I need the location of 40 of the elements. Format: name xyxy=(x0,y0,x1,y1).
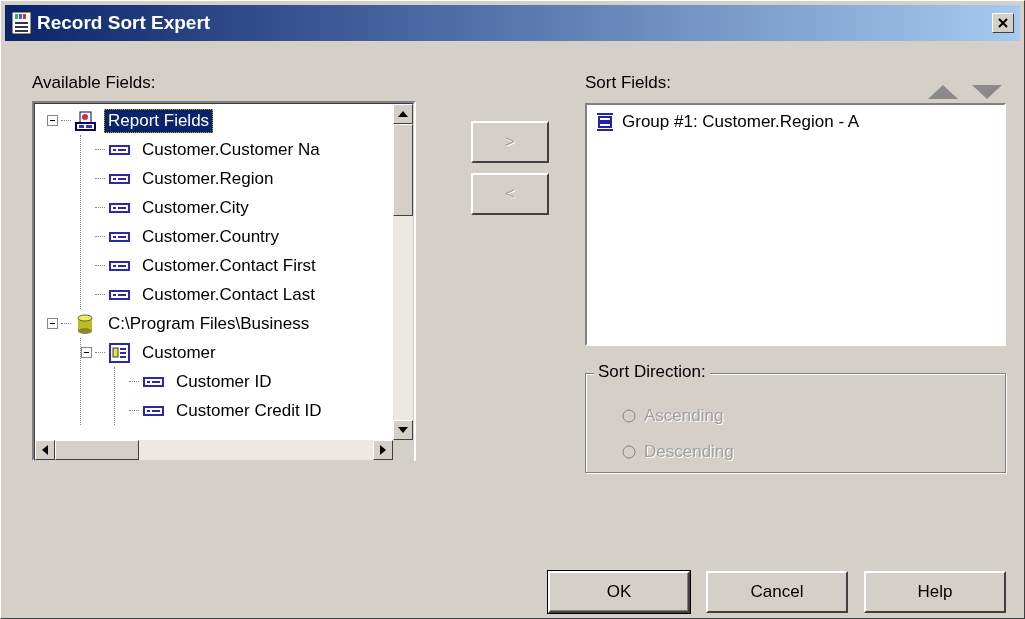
dialog-button[interactable]: Help xyxy=(864,571,1006,613)
list-item[interactable]: Group #1: Customer.Region - A xyxy=(618,110,864,134)
window-title: Record Sort Expert xyxy=(37,12,211,34)
left-arrow-icon xyxy=(42,445,48,455)
scroll-up-button[interactable] xyxy=(393,104,413,124)
tree-item[interactable]: Customer.Customer Na xyxy=(138,137,324,162)
tree-item[interactable]: Customer.City xyxy=(138,195,253,220)
report-icon xyxy=(75,110,96,131)
tree-item[interactable]: Customer.Country xyxy=(138,224,283,249)
scroll-right-button[interactable] xyxy=(373,440,393,460)
horizontal-scrollbar[interactable] xyxy=(35,440,393,460)
table-icon xyxy=(109,342,130,363)
close-icon xyxy=(998,18,1008,28)
collapse-icon[interactable] xyxy=(81,347,92,358)
scroll-thumb[interactable] xyxy=(55,440,139,460)
tree-item[interactable]: Customer.Contact Last xyxy=(138,282,319,307)
dialog-button[interactable]: OK xyxy=(548,571,690,613)
tree-item[interactable]: C:\Program Files\Business xyxy=(104,311,314,336)
scroll-left-button[interactable] xyxy=(35,440,55,460)
tree-item[interactable]: Customer.Region xyxy=(138,166,278,191)
vertical-scrollbar[interactable] xyxy=(393,104,413,440)
scrollbar-corner xyxy=(393,440,413,460)
field-label: Sort Fields: xyxy=(585,72,671,94)
tree-item[interactable]: Report Fields xyxy=(104,108,214,133)
document-icon xyxy=(11,11,33,35)
scroll-down-button[interactable] xyxy=(393,420,413,440)
tree-item[interactable]: Customer.Contact First xyxy=(138,253,320,278)
tree-item[interactable]: Customer ID xyxy=(172,369,276,394)
dialog-button[interactable]: Cancel xyxy=(706,571,848,613)
close-button[interactable] xyxy=(992,13,1014,33)
collapse-icon[interactable] xyxy=(47,318,58,329)
up-arrow-icon xyxy=(398,111,408,117)
group-icon xyxy=(595,112,616,132)
field-label: Available Fields: xyxy=(32,72,157,94)
right-arrow-icon xyxy=(380,445,386,455)
tree-item[interactable]: Customer xyxy=(138,340,220,365)
tree-item[interactable]: Customer Credit ID xyxy=(172,398,326,423)
collapse-icon[interactable] xyxy=(47,115,58,126)
scroll-thumb[interactable] xyxy=(393,124,413,216)
down-arrow-icon xyxy=(398,427,408,433)
